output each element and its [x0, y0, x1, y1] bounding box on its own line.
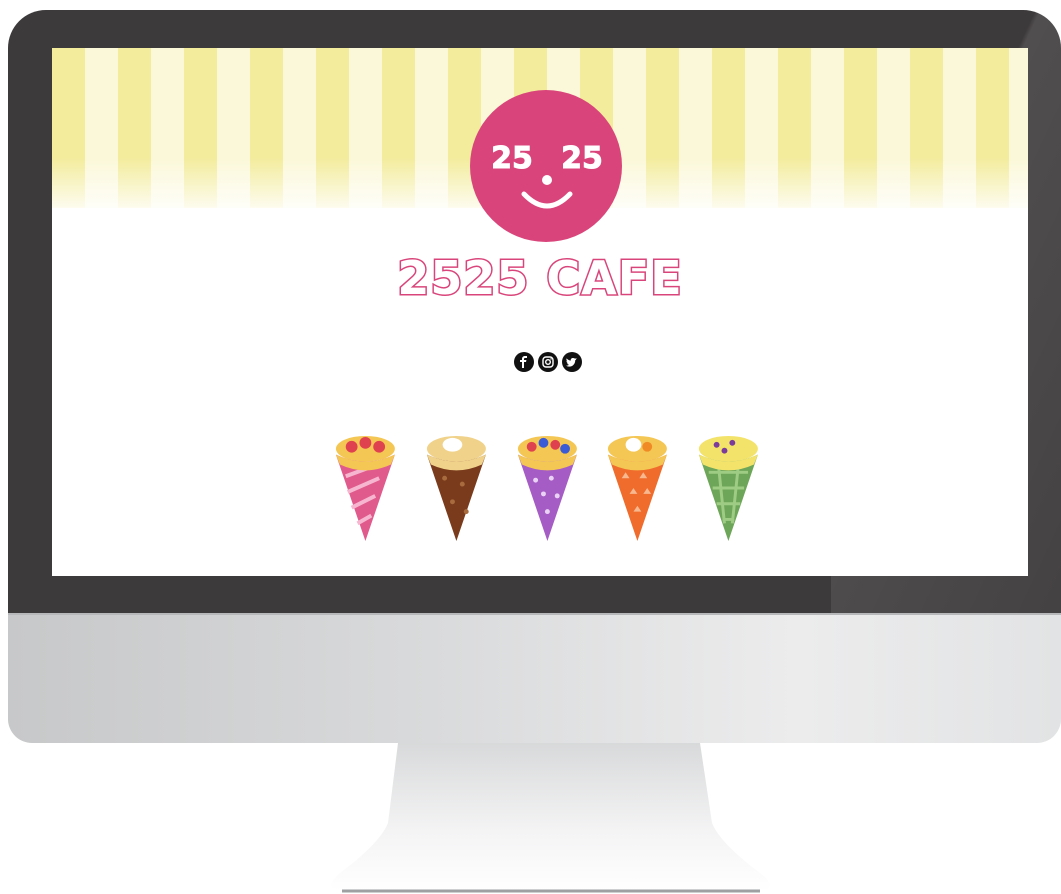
monitor-stand — [331, 743, 770, 893]
facebook-icon[interactable] — [514, 352, 534, 372]
crepe-lineup — [332, 432, 762, 552]
logo-eye-right: 25 — [561, 141, 603, 176]
instagram-icon[interactable] — [538, 352, 558, 372]
logo-eye-left: 25 — [491, 141, 533, 176]
berry-crepe-icon[interactable] — [514, 432, 581, 546]
strawberry-crepe-icon[interactable] — [332, 432, 399, 546]
brand-title: 2525 CAFE — [396, 250, 683, 307]
chocolate-crepe-icon[interactable] — [423, 432, 490, 546]
matcha-crepe-icon[interactable] — [695, 432, 762, 546]
social-links — [508, 350, 588, 374]
monitor-chin — [8, 613, 1061, 743]
website-screen: 25 25 2525 CAFE — [52, 48, 1028, 576]
orange-crepe-icon[interactable] — [604, 432, 671, 546]
logo-face-icon[interactable]: 25 25 — [470, 90, 622, 242]
twitter-icon[interactable] — [562, 352, 582, 372]
